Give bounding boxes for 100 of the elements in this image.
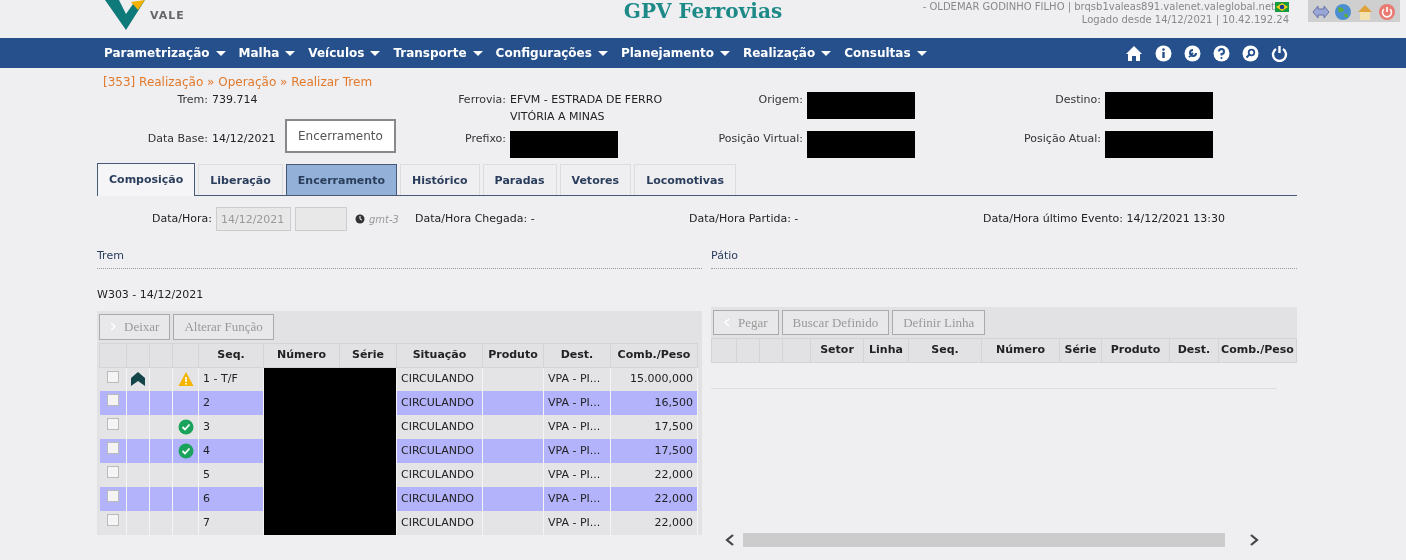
arrows-icon[interactable] bbox=[1312, 3, 1330, 21]
table-cell: 7 bbox=[198, 511, 264, 535]
table-cell: CIRCULANDO bbox=[396, 463, 483, 487]
checkbox[interactable] bbox=[106, 466, 119, 479]
logo-text: VALE bbox=[150, 7, 185, 24]
table-cell: 17,500 bbox=[610, 439, 698, 463]
field-label: Data Base: bbox=[146, 131, 208, 147]
column-header: Dest. bbox=[543, 343, 611, 367]
tab[interactable]: Vetores bbox=[559, 164, 632, 195]
column-header: Setor bbox=[810, 338, 864, 363]
table-cell: 22,000 bbox=[610, 511, 698, 535]
checkbox[interactable] bbox=[106, 418, 119, 431]
menu-item[interactable]: Consultas bbox=[844, 44, 927, 62]
table-cell: 17,500 bbox=[610, 415, 698, 439]
scroll-left-icon[interactable] bbox=[725, 534, 735, 546]
tab[interactable]: Locomotivas bbox=[634, 164, 736, 195]
table-cell: VPA - PI... bbox=[543, 463, 611, 487]
app-title: GPV Ferrovias bbox=[623, 0, 783, 25]
tab[interactable]: Liberação bbox=[198, 164, 283, 195]
table-cell: CIRCULANDO bbox=[396, 439, 483, 463]
table-cell: CIRCULANDO bbox=[396, 391, 483, 415]
section-title: Pátio bbox=[711, 248, 1297, 269]
user-info: - OLDEMAR GODINHO FILHO | brqsb1valeas891.valenet.valeglobal.net bbox=[922, 1, 1275, 12]
scroll-right-icon[interactable] bbox=[1249, 534, 1259, 546]
field-label: Ferrovia: bbox=[457, 92, 506, 108]
caret-icon bbox=[215, 50, 226, 56]
home-icon[interactable] bbox=[1125, 44, 1143, 62]
menu-item[interactable]: Malha bbox=[238, 44, 296, 62]
tab[interactable]: Encerramento bbox=[285, 164, 397, 195]
column-header: Série bbox=[1059, 338, 1102, 363]
menu-item[interactable]: Transporte bbox=[393, 44, 483, 62]
column-header: Dest. bbox=[1169, 338, 1219, 363]
caret-icon bbox=[821, 50, 832, 56]
clock-icon bbox=[354, 214, 365, 224]
table-cell: VPA - PI... bbox=[543, 487, 611, 511]
menu-item[interactable]: Realização bbox=[742, 44, 832, 62]
column-header: Produto bbox=[482, 343, 544, 367]
caret-icon bbox=[719, 50, 730, 56]
column-header: Seq. bbox=[198, 343, 264, 367]
table-cell: VPA - PI... bbox=[543, 511, 611, 535]
search-icon[interactable] bbox=[1242, 44, 1259, 62]
checkbox[interactable] bbox=[106, 514, 119, 527]
column-header: Linha bbox=[863, 338, 909, 363]
section-title: Trem bbox=[97, 248, 702, 269]
tab[interactable]: Histórico bbox=[400, 164, 480, 195]
field-label: Posição Atual: bbox=[1023, 131, 1101, 147]
table-cell: VPA - PI... bbox=[543, 439, 611, 463]
scroll-thumb[interactable] bbox=[743, 533, 1225, 547]
globe-icon[interactable] bbox=[1334, 3, 1352, 21]
flag-icon bbox=[1275, 2, 1289, 12]
train-label: W303 - 14/12/2021 bbox=[97, 286, 205, 303]
warning-icon bbox=[177, 371, 194, 387]
logo-icon bbox=[105, 0, 147, 30]
table-cell: 3 bbox=[198, 415, 264, 439]
field-value: 739.714 bbox=[212, 92, 258, 108]
column-header: Produto bbox=[1101, 338, 1170, 363]
table-cell: 5 bbox=[198, 463, 264, 487]
caret-icon bbox=[916, 50, 927, 56]
tooltip: Encerramento bbox=[285, 119, 396, 153]
field-label: Data/Hora: bbox=[152, 210, 212, 227]
column-header: Série bbox=[339, 343, 397, 367]
table-cell: 6 bbox=[198, 487, 264, 511]
checkbox[interactable] bbox=[106, 370, 119, 383]
field-label: Trem: bbox=[176, 92, 208, 108]
column-header: Situação bbox=[396, 343, 483, 367]
field-label: Posição Virtual: bbox=[717, 131, 803, 147]
table-cell: 2 bbox=[198, 391, 264, 415]
info-icon[interactable] bbox=[1155, 44, 1172, 62]
tab[interactable]: Paradas bbox=[482, 164, 557, 195]
caret-icon bbox=[597, 50, 608, 56]
menu-item[interactable]: Parametrização bbox=[104, 44, 226, 62]
timezone-label: gmt-3 bbox=[368, 212, 399, 227]
caret-icon bbox=[370, 50, 381, 56]
field-value: 14/12/2021 bbox=[212, 131, 276, 147]
last-event-info: Data/Hora último Evento: 14/12/2021 13:30 bbox=[982, 210, 1226, 227]
locomotive-icon bbox=[130, 371, 146, 387]
caret-icon bbox=[472, 50, 483, 56]
column-header: Número bbox=[263, 343, 340, 367]
checkbox[interactable] bbox=[106, 490, 119, 503]
menu-item[interactable]: Configurações bbox=[495, 44, 608, 62]
field-label: Destino: bbox=[1054, 92, 1101, 108]
column-header: Seq. bbox=[908, 338, 982, 363]
departure-info: Data/Hora Partida: - bbox=[688, 210, 800, 227]
column-header: Número bbox=[981, 338, 1060, 363]
wrench-icon[interactable] bbox=[1184, 44, 1201, 62]
column-header: Comb./Peso bbox=[610, 343, 698, 367]
menu-item[interactable]: Veículos bbox=[308, 44, 381, 62]
table-cell: VPA - PI... bbox=[543, 391, 611, 415]
field-value: EFVM - ESTRADA DE FERRO VITÓRIA A MINAS bbox=[510, 92, 664, 125]
menu-item[interactable]: Planejamento bbox=[620, 44, 730, 62]
tab[interactable]: Composição bbox=[97, 163, 196, 196]
power-icon[interactable] bbox=[1271, 44, 1288, 62]
column-header: Comb./Peso bbox=[1218, 338, 1297, 363]
field-label: Prefixo: bbox=[463, 131, 506, 147]
help-icon[interactable] bbox=[1213, 44, 1230, 62]
table-cell: 22,000 bbox=[610, 487, 698, 511]
checkbox[interactable] bbox=[106, 394, 119, 407]
caret-icon bbox=[285, 50, 296, 56]
field-label: Origem: bbox=[757, 92, 803, 108]
checkbox[interactable] bbox=[106, 442, 119, 455]
